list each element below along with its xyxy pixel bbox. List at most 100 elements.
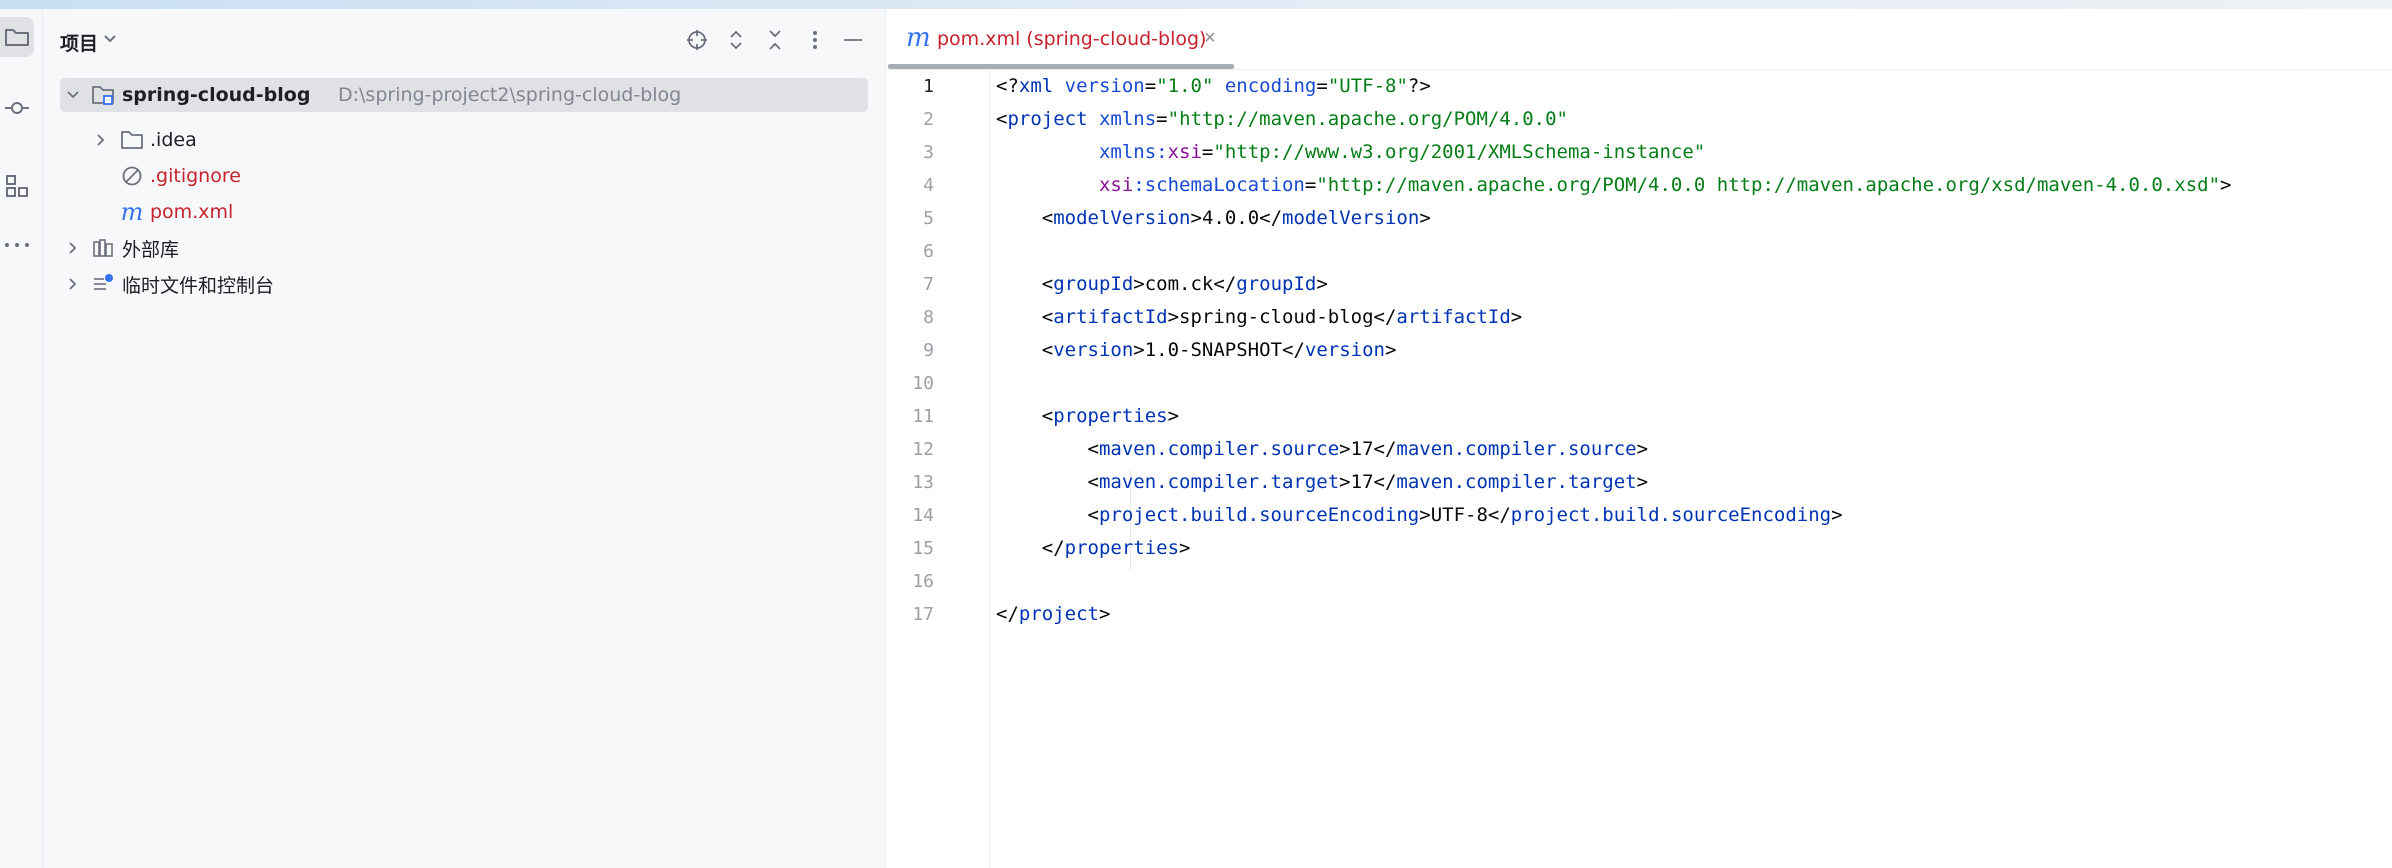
code-token: </	[1487, 504, 1511, 526]
code-token: <?	[996, 75, 1019, 97]
code-token: >	[1316, 273, 1328, 295]
tree-item-label: .gitignore	[150, 165, 241, 187]
code-line: </properties>	[996, 532, 1191, 565]
code-line: <project.build.sourceEncoding>UTF-8</pro…	[996, 499, 1843, 532]
code-token: version	[1053, 339, 1134, 361]
code-token: </	[1213, 273, 1237, 295]
code-token: <	[996, 405, 1054, 427]
chevron-right-icon[interactable]	[94, 133, 108, 147]
code-token: artifactId	[1396, 306, 1511, 328]
code-token: <	[996, 108, 1008, 130]
library-icon	[91, 236, 115, 260]
collapse-all-icon	[769, 30, 781, 50]
code-token: <	[996, 306, 1054, 328]
tab-pom-xml[interactable]: m pom.xml (spring-cloud-blog) ×	[886, 9, 1234, 69]
code-line: <version>1.0-SNAPSHOT</version>	[996, 334, 1397, 367]
tree-item-scratches[interactable]: 临时文件和控制台	[60, 267, 868, 301]
line-number-gutter: 1 2 3 4 5 6 7 8 9 10 11 12 13 14 15 16 17	[886, 70, 990, 868]
code-token: maven.compiler.target	[1098, 471, 1340, 493]
tree-item-label: spring-cloud-blog	[122, 84, 311, 106]
code-line: </project>	[996, 598, 1110, 631]
code-token: >	[1510, 306, 1523, 328]
tree-item-pom[interactable]: m pom.xml	[60, 195, 868, 229]
code-token: >	[1384, 339, 1397, 361]
locate-button[interactable]	[684, 27, 710, 53]
project-tool-button[interactable]	[0, 17, 34, 57]
code-token: =	[1316, 75, 1328, 97]
code-line: xmlns:xsi="http://www.w3.org/2001/XMLSch…	[996, 136, 1705, 169]
active-tab-indicator	[888, 64, 1234, 69]
hide-panel-button[interactable]	[840, 27, 866, 53]
crosshair-icon	[687, 30, 707, 50]
expand-all-button[interactable]	[723, 27, 749, 53]
code-token: "http://maven.apache.org/POM/4.0.0"	[1167, 108, 1568, 130]
code-token: =	[1144, 75, 1157, 97]
project-panel-title[interactable]: 项目	[60, 29, 98, 56]
tree-item-path: D:\spring-project2\spring-cloud-blog	[338, 84, 682, 106]
code-line: xsi:schemaLocation="http://maven.apache.…	[996, 169, 2232, 202]
code-token: >	[1636, 471, 1649, 493]
commit-tool-button[interactable]	[0, 88, 34, 128]
code-token: modelVersion	[1282, 207, 1420, 229]
code-line: <maven.compiler.target>17</maven.compile…	[996, 466, 1649, 499]
chevron-right-icon[interactable]	[66, 277, 80, 291]
code-line: <artifactId>spring-cloud-blog</artifactI…	[996, 301, 1523, 334]
code-token: properties	[1064, 537, 1180, 559]
code-token: modelVersion	[1053, 207, 1191, 229]
code-token: xml	[1018, 75, 1065, 97]
options-button[interactable]	[802, 27, 828, 53]
code-token: </	[1373, 438, 1397, 460]
code-token: </	[1373, 306, 1397, 328]
line-number: 15	[912, 538, 934, 559]
code-token: >	[1190, 207, 1202, 229]
code-token: groupId	[1236, 273, 1317, 295]
chevron-down-icon[interactable]	[103, 34, 117, 44]
tree-item-project-root[interactable]: spring-cloud-blog D:\spring-project2\spr…	[60, 78, 868, 112]
line-number: 5	[923, 208, 934, 229]
tab-label: pom.xml (spring-cloud-blog)	[937, 28, 1207, 50]
code-token: <	[996, 504, 1099, 526]
tree-item-label: .idea	[150, 129, 197, 151]
structure-tool-button[interactable]	[0, 166, 34, 206]
code-token: </	[996, 537, 1065, 559]
line-number: 13	[912, 472, 934, 493]
tree-item-external-libraries[interactable]: 外部库	[60, 231, 868, 265]
tree-item-label: 临时文件和控制台	[122, 274, 275, 297]
line-number: 2	[923, 109, 934, 130]
chevron-down-icon[interactable]	[66, 88, 80, 102]
line-number: 9	[923, 340, 934, 361]
chevron-right-icon[interactable]	[66, 241, 80, 255]
folder-icon	[120, 128, 144, 152]
code-token: encoding	[1224, 75, 1317, 97]
code-token: =	[1201, 141, 1214, 163]
code-line: <maven.compiler.source>17</maven.compile…	[996, 433, 1649, 466]
tree-item-gitignore[interactable]: .gitignore	[60, 159, 868, 193]
code-token: "1.0"	[1156, 75, 1214, 97]
code-token: =	[1304, 174, 1317, 196]
editor-tab-bar: m pom.xml (spring-cloud-blog) ×	[886, 9, 2392, 70]
code-token: >	[1339, 471, 1351, 493]
close-icon[interactable]: ×	[1204, 27, 1216, 50]
code-token: xmlns	[1098, 108, 1157, 130]
line-number: 1	[923, 76, 934, 97]
code-token: version	[1064, 75, 1145, 97]
code-area[interactable]: <?xml version="1.0" encoding="UTF-8"?> <p…	[990, 70, 2392, 868]
code-token: "http://maven.apache.org/POM/4.0.0 http:…	[1316, 174, 2221, 196]
project-panel-header: 项目	[43, 9, 885, 71]
title-bar-strip	[0, 0, 2392, 9]
folder-icon	[5, 29, 29, 46]
collapse-all-button[interactable]	[762, 27, 788, 53]
code-token: xsi	[1098, 174, 1134, 196]
more-tools-button[interactable]	[0, 225, 34, 265]
code-token: >	[1167, 306, 1180, 328]
tree-item-idea[interactable]: .idea	[60, 123, 868, 157]
code-token: >	[1133, 339, 1145, 361]
code-token: >	[1179, 537, 1191, 559]
code-token: >	[1339, 438, 1351, 460]
code-token: UTF-8	[1430, 504, 1488, 526]
ide-window: 项目 spring-cloud-blog D:\spring-project2\…	[0, 0, 2392, 868]
code-token: :schemaLocation	[1133, 174, 1305, 196]
code-token: >	[1098, 603, 1111, 625]
